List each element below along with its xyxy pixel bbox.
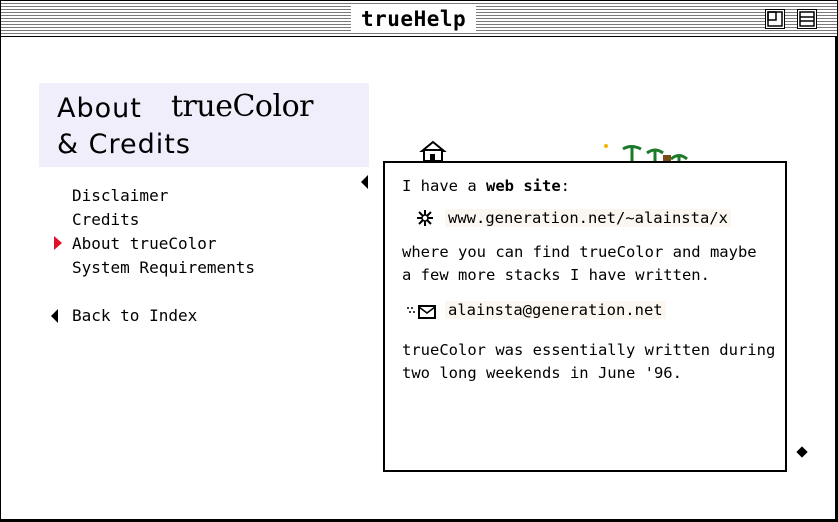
nav-credits[interactable]: Credits: [72, 210, 139, 230]
heading-brand: trueColor: [171, 89, 313, 124]
back-to-index-link[interactable]: Back to Index: [72, 306, 197, 326]
diamond-icon: [796, 446, 808, 458]
collapse-box-icon[interactable]: [797, 9, 817, 29]
popup-arrow-icon[interactable]: [361, 175, 368, 189]
heading-credits: & Credits: [57, 129, 191, 160]
card-paragraph1-line1: where you can find trueColor and maybe: [402, 243, 757, 261]
mail-icon: [407, 304, 441, 324]
zoom-box-icon[interactable]: [765, 9, 785, 29]
card-paragraph1-line2: a few more stacks I have written.: [402, 266, 710, 284]
website-link[interactable]: www.generation.net/~alainsta/x: [445, 207, 731, 230]
help-window: trueHelp About trueColor & Credits Discl…: [0, 0, 837, 520]
nav-disclaimer[interactable]: Disclaimer: [72, 186, 168, 206]
title-bar[interactable]: trueHelp: [1, 1, 837, 37]
card-paragraph2-line1: trueColor was essentially written during: [402, 341, 776, 359]
window-title: trueHelp: [351, 6, 477, 32]
heading-about: About: [57, 93, 142, 124]
current-item-marker-icon: [54, 236, 62, 250]
nav-system-requirements[interactable]: System Requirements: [72, 258, 255, 278]
nav-about-truecolor[interactable]: About trueColor: [72, 234, 217, 254]
info-card: I have a web site: www.generation.net/~a…: [383, 161, 787, 472]
card-line-website-intro: I have a web site:: [402, 177, 570, 195]
back-arrow-icon[interactable]: [51, 309, 58, 323]
email-link[interactable]: alainsta@generation.net: [445, 299, 666, 322]
web-spark-icon: [415, 208, 435, 232]
card-paragraph2-line2: two long weekends in June '96.: [402, 364, 682, 382]
page-heading: About trueColor & Credits: [39, 83, 369, 167]
